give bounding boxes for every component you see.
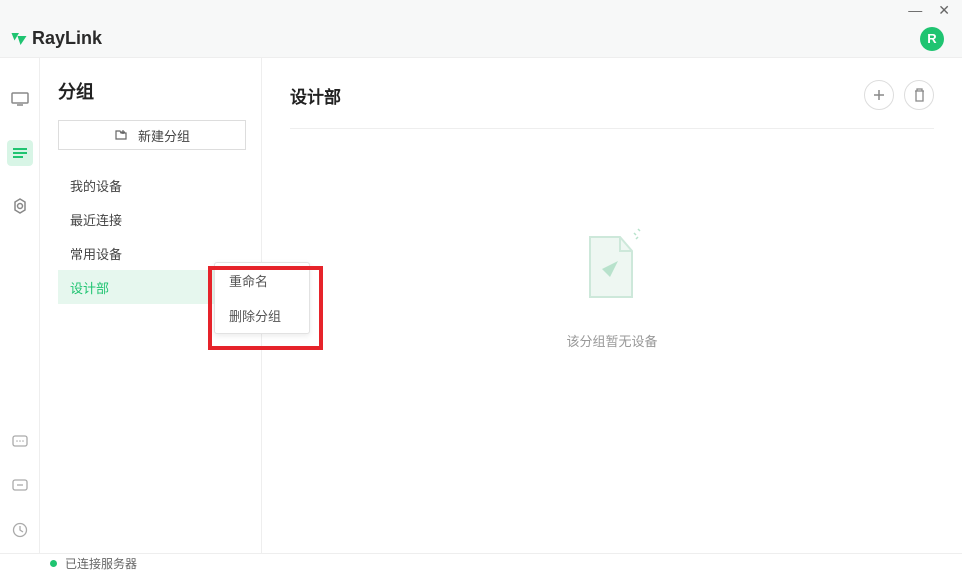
nav-monitor[interactable] <box>7 86 33 112</box>
logo: RayLink <box>10 28 102 49</box>
body: 分组 新建分组 我的设备 最近连接 常用设备 设计部 ••• 设计部 <box>0 58 962 553</box>
group-label: 我的设备 <box>70 176 122 195</box>
empty-illustration <box>572 219 652 309</box>
avatar[interactable]: R <box>920 27 944 51</box>
nav-list[interactable] <box>7 140 33 166</box>
empty-state: 该分组暂无设备 <box>290 129 934 553</box>
main-title: 设计部 <box>290 83 341 108</box>
new-folder-icon <box>114 128 128 142</box>
new-group-label: 新建分组 <box>138 126 190 145</box>
logo-icon <box>10 30 28 48</box>
group-label: 常用设备 <box>70 244 122 263</box>
new-group-button[interactable]: 新建分组 <box>58 120 246 150</box>
sidebar-title: 分组 <box>58 78 249 104</box>
nav-rail <box>0 58 40 553</box>
trash-icon <box>913 88 926 102</box>
header: RayLink R <box>0 20 962 58</box>
context-rename[interactable]: 重命名 <box>215 263 309 298</box>
add-button[interactable] <box>864 80 894 110</box>
minimize-button[interactable]: — <box>908 2 922 18</box>
main: 设计部 该分组暂无设备 <box>262 58 962 553</box>
group-label: 设计部 <box>70 278 109 297</box>
plus-icon <box>872 88 886 102</box>
nav-settings[interactable] <box>7 194 33 220</box>
context-delete[interactable]: 删除分组 <box>215 298 309 333</box>
feedback-icon <box>12 479 28 493</box>
logo-text: RayLink <box>32 28 102 49</box>
main-actions <box>864 80 934 110</box>
delete-button[interactable] <box>904 80 934 110</box>
list-icon <box>11 146 29 160</box>
clock-icon <box>12 522 28 538</box>
chat-icon <box>12 435 28 449</box>
statusbar: 已连接服务器 <box>0 553 962 573</box>
close-button[interactable]: ✕ <box>938 2 950 19</box>
nav-feedback[interactable] <box>7 473 33 499</box>
nav-help[interactable] <box>7 517 33 543</box>
titlebar: — ✕ <box>0 0 962 20</box>
main-header: 设计部 <box>290 80 934 129</box>
group-item-mydevices[interactable]: 我的设备 <box>58 168 249 202</box>
nav-bottom <box>7 429 33 543</box>
monitor-icon <box>11 92 29 106</box>
gear-icon <box>11 198 29 216</box>
context-menu: 重命名 删除分组 <box>214 262 310 334</box>
status-text: 已连接服务器 <box>65 555 137 572</box>
group-label: 最近连接 <box>70 210 122 229</box>
nav-chat[interactable] <box>7 429 33 455</box>
empty-text: 该分组暂无设备 <box>566 331 657 350</box>
group-item-recent[interactable]: 最近连接 <box>58 202 249 236</box>
status-dot-icon <box>50 560 57 567</box>
